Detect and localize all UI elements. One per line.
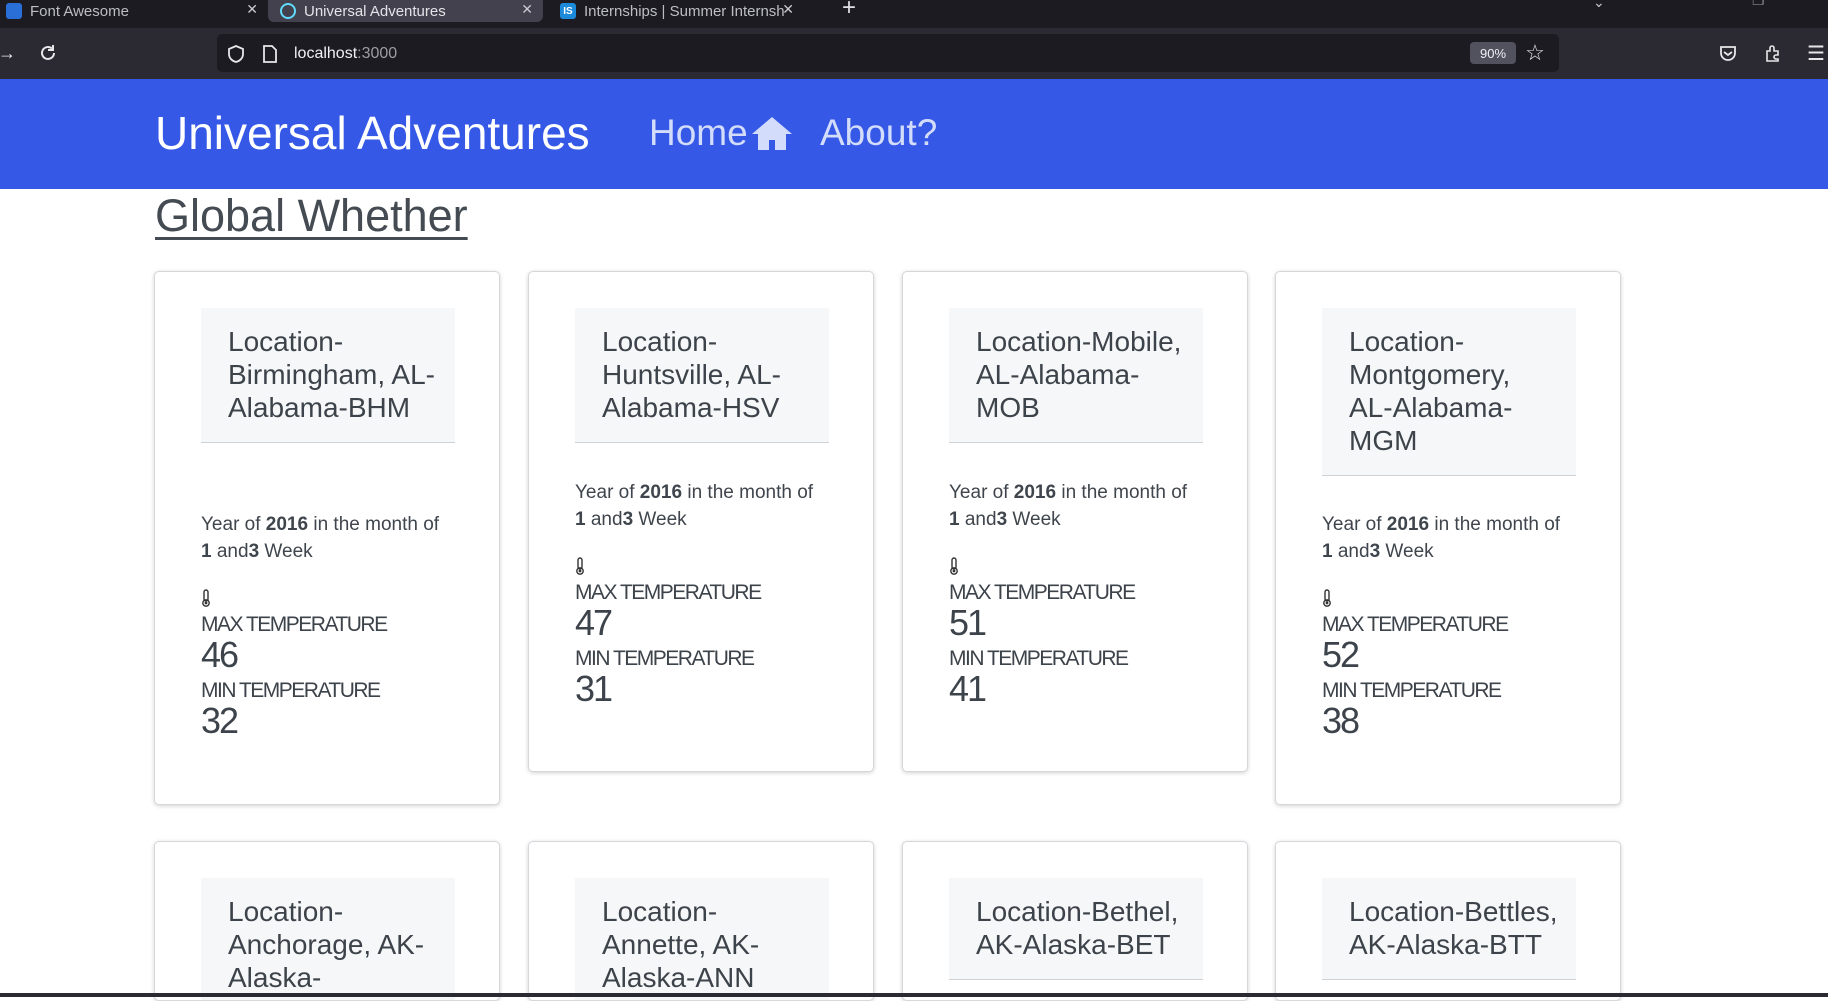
min-temp-label: MIN TEMPERATURE bbox=[201, 679, 381, 702]
weather-card: Location-Bethel, AK-Alaska-BET bbox=[902, 841, 1248, 1001]
weather-card: Location-Annette, AK-Alaska-ANN bbox=[528, 841, 874, 1001]
internshala-favicon-icon: IS bbox=[560, 3, 576, 19]
min-temp-label: MIN TEMPERATURE bbox=[575, 647, 755, 670]
close-tab-icon[interactable]: ✕ bbox=[782, 1, 794, 18]
tab-label: Universal Adventures bbox=[304, 2, 446, 20]
shield-icon[interactable] bbox=[225, 43, 247, 65]
date-info: Year of 2016 in the month of 1 and3 Week bbox=[949, 482, 1188, 530]
reload-icon[interactable] bbox=[36, 40, 60, 66]
bookmark-star-icon[interactable]: ☆ bbox=[1523, 40, 1547, 65]
weather-card: Location-Montgomery, AL-Alabama-MGM Year… bbox=[1275, 271, 1621, 805]
font-awesome-favicon-icon bbox=[6, 3, 22, 19]
browser-tab-strip: Font Awesome ✕ Universal Adventures ✕ IS… bbox=[0, 0, 1828, 28]
max-temp-value: 46 bbox=[201, 634, 239, 675]
thermometer-icon bbox=[950, 557, 958, 575]
max-temp-label: MAX TEMPERATURE bbox=[1322, 613, 1509, 636]
extensions-icon[interactable] bbox=[1761, 41, 1785, 65]
tab-internships[interactable]: IS Internships | Summer Internship ✕ bbox=[558, 0, 822, 22]
card-body: Year of 2016 in the month of 1 and3 Week … bbox=[201, 511, 461, 739]
url-text: localhost:3000 bbox=[294, 45, 398, 62]
page-title: Global Whether bbox=[155, 190, 468, 241]
app-header: Universal Adventures Home About? bbox=[0, 79, 1828, 189]
new-tab-button[interactable]: + bbox=[842, 0, 856, 22]
max-temp-label: MAX TEMPERATURE bbox=[575, 581, 762, 604]
nav-home-link[interactable]: Home bbox=[649, 112, 794, 154]
nav-about-link[interactable]: About? bbox=[820, 112, 937, 154]
card-body: Year of 2016 in the month of 1 and3 Week … bbox=[949, 479, 1209, 707]
brand-title[interactable]: Universal Adventures bbox=[155, 106, 590, 160]
thermometer-icon bbox=[202, 589, 210, 607]
min-temp-value: 41 bbox=[949, 668, 987, 709]
pocket-icon[interactable] bbox=[1716, 41, 1740, 65]
card-location-header: Location-Mobile, AL-Alabama-MOB bbox=[949, 308, 1203, 443]
list-all-tabs-icon[interactable]: ⌄ bbox=[1593, 0, 1605, 11]
date-info: Year of 2016 in the month of 1 and3 Week bbox=[201, 514, 440, 562]
card-location-header: Location-Montgomery, AL-Alabama-MGM bbox=[1322, 308, 1576, 476]
min-temp-value: 32 bbox=[201, 700, 239, 741]
browser-toolbar: → localhost:3000 90% ☆ ☰ bbox=[0, 28, 1828, 79]
tab-universal-adventures[interactable]: Universal Adventures ✕ bbox=[268, 0, 543, 22]
max-temp-value: 51 bbox=[949, 602, 987, 643]
max-temp-value: 47 bbox=[575, 602, 613, 643]
max-temp-label: MAX TEMPERATURE bbox=[201, 613, 388, 636]
min-temp-value: 31 bbox=[575, 668, 613, 709]
min-temp-label: MIN TEMPERATURE bbox=[1322, 679, 1502, 702]
card-location-header: Location-Bethel, AK-Alaska-BET bbox=[949, 878, 1203, 980]
card-location-header: Location-Bettles, AK-Alaska-BTT bbox=[1322, 878, 1576, 980]
weather-card: Location-Anchorage, AK-Alaska- bbox=[154, 841, 500, 1001]
page-info-icon[interactable] bbox=[261, 43, 279, 65]
card-body: Year of 2016 in the month of 1 and3 Week … bbox=[575, 479, 835, 707]
window-bottom-edge bbox=[0, 993, 1828, 997]
date-info: Year of 2016 in the month of 1 and3 Week bbox=[575, 482, 814, 530]
min-temp-value: 38 bbox=[1322, 700, 1360, 741]
thermometer-icon bbox=[576, 557, 584, 575]
date-info: Year of 2016 in the month of 1 and3 Week bbox=[1322, 514, 1561, 562]
card-location-header: Location-Anchorage, AK-Alaska- bbox=[201, 878, 455, 1000]
tab-font-awesome[interactable]: Font Awesome ✕ bbox=[0, 0, 268, 22]
weather-card: Location-Bettles, AK-Alaska-BTT bbox=[1275, 841, 1621, 1001]
thermometer-icon bbox=[1323, 589, 1331, 607]
home-icon bbox=[751, 117, 792, 150]
max-temp-value: 52 bbox=[1322, 634, 1360, 675]
close-tab-icon[interactable]: ✕ bbox=[521, 1, 533, 18]
max-temp-label: MAX TEMPERATURE bbox=[949, 581, 1136, 604]
restore-window-icon[interactable]: ❐ bbox=[1752, 0, 1765, 9]
card-location-header: Location-Birmingham, AL-Alabama-BHM bbox=[201, 308, 455, 443]
menu-hamburger-icon[interactable]: ☰ bbox=[1806, 41, 1826, 65]
card-body: Year of 2016 in the month of 1 and3 Week … bbox=[1322, 511, 1582, 739]
weather-card: Location-Huntsville, AL-Alabama-HSV Year… bbox=[528, 271, 874, 772]
url-bar[interactable]: localhost:3000 90% ☆ bbox=[217, 34, 1559, 72]
tab-label: Internships | Summer Internship bbox=[584, 2, 784, 20]
weather-card: Location-Mobile, AL-Alabama-MOB Year of … bbox=[902, 271, 1248, 772]
tab-label: Font Awesome bbox=[30, 2, 129, 20]
weather-card: Location-Birmingham, AL-Alabama-BHM Year… bbox=[154, 271, 500, 805]
min-temp-label: MIN TEMPERATURE bbox=[949, 647, 1129, 670]
close-tab-icon[interactable]: ✕ bbox=[246, 1, 258, 18]
react-favicon-icon bbox=[280, 3, 296, 19]
forward-icon[interactable]: → bbox=[0, 42, 16, 64]
nav-home-label: Home bbox=[649, 112, 748, 153]
card-location-header: Location-Annette, AK-Alaska-ANN bbox=[575, 878, 829, 1000]
card-location-header: Location-Huntsville, AL-Alabama-HSV bbox=[575, 308, 829, 443]
zoom-level-badge[interactable]: 90% bbox=[1470, 42, 1516, 64]
